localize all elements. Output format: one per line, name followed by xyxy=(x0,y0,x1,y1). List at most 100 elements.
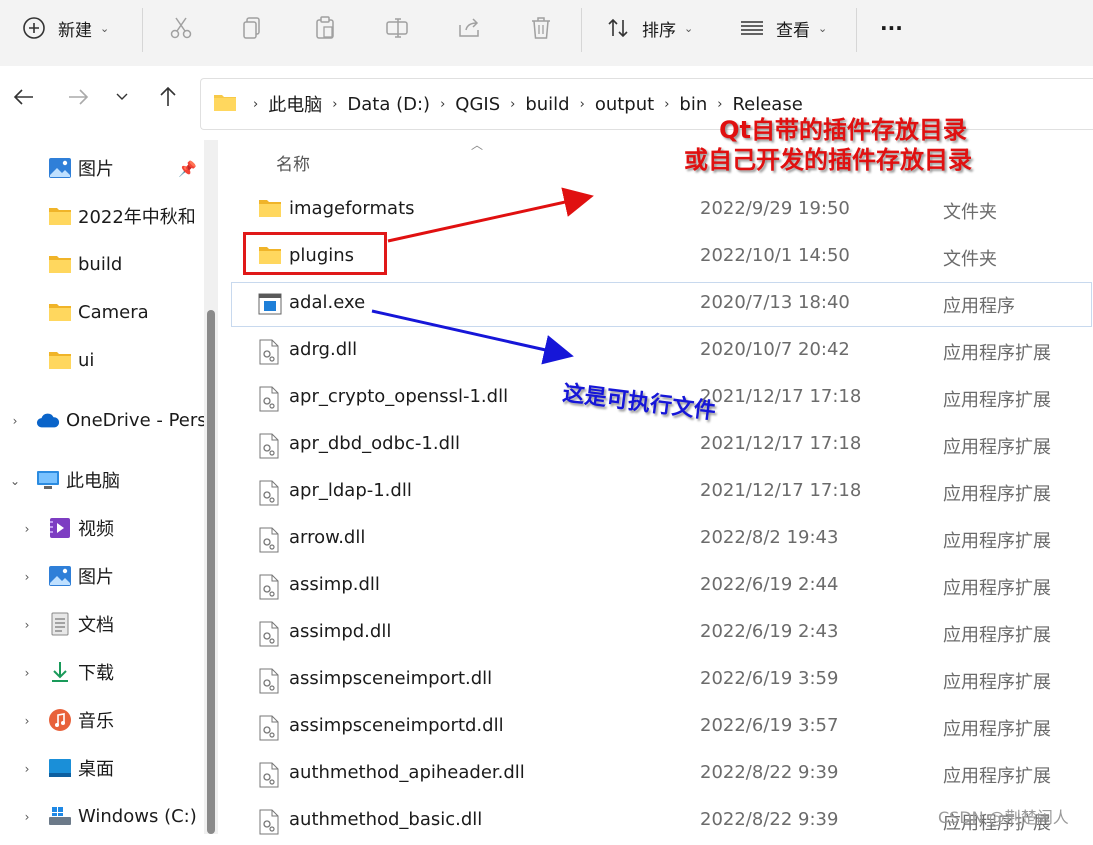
breadcrumb-build[interactable]: build › xyxy=(525,94,594,115)
file-row[interactable]: assimp.dll 2022/6/19 2:44 应用程序扩展 xyxy=(230,563,1093,610)
file-row[interactable]: assimpsceneimportd.dll 2022/6/19 3:57 应用程序… xyxy=(230,704,1093,751)
expand-chevron[interactable]: › xyxy=(17,711,37,731)
toolbar-divider xyxy=(142,8,143,52)
file-row[interactable]: authmethod_apiheader.dll 2022/8/22 9:39 应用… xyxy=(230,751,1093,798)
sidebar-scrollbar-thumb[interactable] xyxy=(207,310,215,834)
expand-onedrive-chevron[interactable]: › xyxy=(5,411,25,431)
copy-button[interactable] xyxy=(240,0,266,56)
sidebar-item-this-pc[interactable]: 此电脑 xyxy=(36,462,204,498)
paste-button[interactable] xyxy=(312,0,338,56)
sidebar-item-music[interactable]: 音乐 xyxy=(48,702,204,738)
sidebar-item-label: 文档 xyxy=(78,615,114,636)
file-type: 应用程序扩展 xyxy=(943,625,1051,646)
sidebar-item-camera[interactable]: Camera xyxy=(48,294,204,330)
pictures-icon xyxy=(48,564,72,588)
file-type: 应用程序扩展 xyxy=(943,343,1051,364)
chevron-right-icon: › xyxy=(332,96,338,112)
chevron-right-icon: › xyxy=(664,96,670,112)
file-row[interactable]: apr_dbd_odbc-1.dll 2021/12/17 17:18 应用程序扩展 xyxy=(230,422,1093,469)
expand-chevron[interactable]: › xyxy=(17,567,37,587)
collapse-this-pc-chevron[interactable]: ⌄ xyxy=(5,471,25,491)
new-button[interactable]: 新建 ⌄ xyxy=(22,0,109,56)
sidebar-item-mid-autumn-folder[interactable]: 2022年中秋和 xyxy=(48,198,204,234)
breadcrumb-label: build xyxy=(525,93,570,115)
file-row[interactable]: adal.exe 2020/7/13 18:40 应用程序 xyxy=(230,281,1093,328)
file-name: assimpsceneimportd.dll xyxy=(289,715,504,736)
sidebar-item-desktop[interactable]: 桌面 xyxy=(48,750,204,786)
chevron-right-icon: › xyxy=(717,96,723,112)
cut-button[interactable] xyxy=(168,0,194,56)
watermark: CSDN @荆楚闲人 xyxy=(938,808,1069,827)
chevron-right-icon: › xyxy=(510,96,516,112)
view-button[interactable]: 查看 ⌄ xyxy=(740,0,827,56)
sidebar-item-ui[interactable]: ui xyxy=(48,342,204,378)
breadcrumb-label: bin xyxy=(679,93,708,115)
breadcrumb-drive-d[interactable]: Data (D:) › xyxy=(347,94,455,115)
column-header-name[interactable]: 名称 xyxy=(276,150,310,175)
chevron-right-icon: › xyxy=(440,96,446,112)
file-row[interactable]: arrow.dll 2022/8/2 19:43 应用程序扩展 xyxy=(230,516,1093,563)
file-row[interactable]: assimpd.dll 2022/6/19 2:43 应用程序扩展 xyxy=(230,610,1093,657)
file-name: apr_crypto_openssl-1.dll xyxy=(289,386,509,407)
cloud-icon xyxy=(36,408,60,432)
breadcrumb-output[interactable]: output › xyxy=(595,94,680,115)
sidebar-item-label: 此电脑 xyxy=(66,471,120,492)
breadcrumb-bin[interactable]: bin › xyxy=(679,94,732,115)
file-row[interactable]: imageformats 2022/9/29 19:50 文件夹 xyxy=(230,187,1093,234)
annotation-plugins-note: Qt自带的插件存放目录 或自己开发的插件存放目录 xyxy=(684,115,972,175)
sort-button[interactable]: 排序 ⌄ xyxy=(606,0,693,56)
file-name: assimp.dll xyxy=(289,574,380,595)
more-options-button[interactable]: ··· xyxy=(880,0,903,56)
sidebar-item-label: 桌面 xyxy=(78,759,114,780)
sidebar-item-documents[interactable]: 文档 xyxy=(48,606,204,642)
sidebar-item-onedrive[interactable]: OneDrive - Pers xyxy=(36,402,204,438)
rename-icon xyxy=(384,15,410,41)
breadcrumb-qgis[interactable]: QGIS › xyxy=(455,94,525,115)
file-type: 应用程序扩展 xyxy=(943,531,1051,552)
videos-icon xyxy=(48,516,72,540)
expand-chevron[interactable]: › xyxy=(17,663,37,683)
file-row[interactable]: adrg.dll 2020/10/7 20:42 应用程序扩展 xyxy=(230,328,1093,375)
folder-icon xyxy=(258,198,282,222)
sidebar-item-videos[interactable]: 视频 xyxy=(48,510,204,546)
share-icon xyxy=(456,15,482,41)
back-button[interactable] xyxy=(10,85,38,113)
sidebar-item-build[interactable]: build xyxy=(48,246,204,282)
sidebar-item-drive-c[interactable]: Windows (C:) xyxy=(48,798,204,834)
file-name: apr_dbd_odbc-1.dll xyxy=(289,433,460,454)
file-row[interactable]: assimpsceneimport.dll 2022/6/19 3:59 应用程序扩… xyxy=(230,657,1093,704)
sort-button-label: 排序 xyxy=(642,20,676,41)
rename-button[interactable] xyxy=(384,0,410,56)
sidebar-item-label: 图片 xyxy=(78,567,114,588)
breadcrumb-separator: › xyxy=(253,96,259,112)
file-row[interactable]: apr_ldap-1.dll 2021/12/17 17:18 应用程序扩展 xyxy=(230,469,1093,516)
expand-chevron[interactable]: › xyxy=(17,807,37,827)
pictures-icon xyxy=(48,156,72,180)
breadcrumb-release[interactable]: Release xyxy=(732,94,802,115)
desktop-icon xyxy=(48,756,72,780)
share-button[interactable] xyxy=(456,0,482,56)
expand-chevron[interactable]: › xyxy=(17,519,37,539)
sidebar-item-label: 音乐 xyxy=(78,711,114,732)
file-type: 文件夹 xyxy=(943,202,997,223)
pin-icon[interactable]: 📌 xyxy=(178,160,197,178)
up-button[interactable] xyxy=(154,85,182,113)
view-list-icon xyxy=(740,16,764,40)
sidebar-item-downloads[interactable]: 下载 xyxy=(48,654,204,690)
recent-locations-button[interactable] xyxy=(108,85,136,113)
delete-button[interactable] xyxy=(528,0,554,56)
file-type: 应用程序扩展 xyxy=(943,484,1051,505)
file-date-modified: 2021/12/17 17:18 xyxy=(700,386,862,407)
drive-icon xyxy=(48,804,72,828)
forward-button[interactable] xyxy=(64,85,92,113)
dll-icon xyxy=(258,668,282,694)
sidebar-item-label: 下载 xyxy=(78,663,114,684)
breadcrumb-this-pc[interactable]: 此电脑 › xyxy=(268,91,347,117)
expand-chevron[interactable]: › xyxy=(17,615,37,635)
expand-chevron[interactable]: › xyxy=(17,759,37,779)
file-type: 文件夹 xyxy=(943,249,997,270)
clipboard-icon xyxy=(312,15,338,41)
sidebar-item-label: 视频 xyxy=(78,519,114,540)
file-type: 应用程序扩展 xyxy=(943,578,1051,599)
sidebar-item-pictures[interactable]: 图片 xyxy=(48,558,204,594)
